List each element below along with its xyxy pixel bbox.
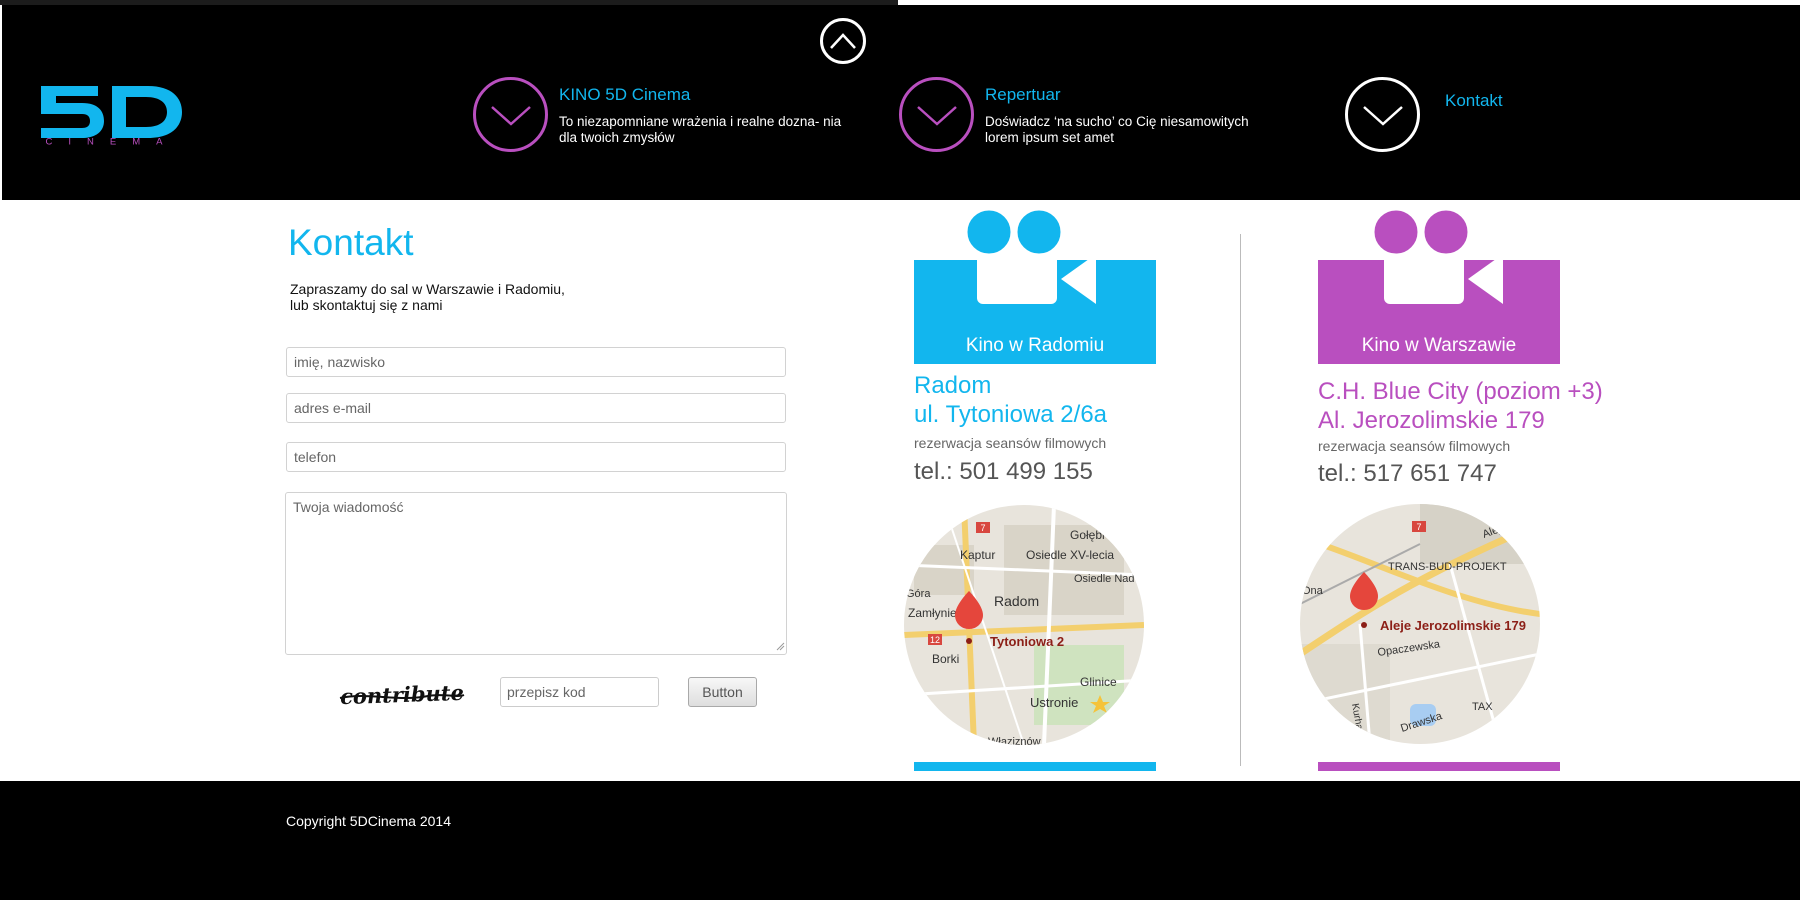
map-label: Radom: [994, 593, 1039, 609]
chevron-up-icon: [830, 33, 856, 49]
map-label: Borki: [932, 652, 959, 666]
submit-button[interactable]: Button: [688, 677, 757, 707]
nav-title[interactable]: Kontakt: [1445, 91, 1503, 111]
video-camera-icon: [964, 210, 1096, 304]
pin-label: Tytoniowa 2: [990, 634, 1064, 649]
nav-title[interactable]: KINO 5D Cinema: [559, 85, 690, 105]
road-number: 7: [980, 523, 985, 533]
accent-bar: [914, 762, 1156, 771]
phone-number: tel.: 517 651 747: [1318, 460, 1497, 487]
copyright-text: Copyright 5DCinema 2014: [286, 813, 451, 829]
column-divider: [1240, 234, 1241, 766]
nav-circle[interactable]: [473, 77, 548, 152]
page-title: Kontakt: [288, 222, 414, 263]
accent-bar: [1318, 762, 1560, 771]
map-image: 7 Aleje J TRANS-BUD-PROJEKT Ona Opaczews…: [1300, 504, 1540, 744]
cinema-address: Radom ul. Tytoniowa 2/6a: [914, 371, 1107, 429]
chevron-down-icon: [916, 105, 957, 126]
map-label: Zamłynie: [908, 606, 957, 620]
map-warszawa[interactable]: 7 Aleje J TRANS-BUD-PROJEKT Ona Opaczews…: [1300, 504, 1540, 744]
map-label: Właziznów: [988, 736, 1041, 745]
pin-label: Aleje Jerozolimskie 179: [1380, 618, 1526, 633]
nav-circle[interactable]: [899, 77, 974, 152]
map-label: Osiedle Nad: [1074, 573, 1135, 585]
phone-field[interactable]: [286, 442, 786, 472]
address-line: ul. Tytoniowa 2/6a: [914, 401, 1108, 428]
address-line: C.H. Blue City (poziom +3): [1318, 378, 1603, 405]
map-image: 7 12 Gołębi Kaptur Osiedle XV-lecia Osie…: [904, 505, 1144, 745]
chevron-down-icon: [490, 105, 531, 126]
scroll-up-button[interactable]: [820, 18, 866, 64]
logo-subtext: CINEMA: [46, 137, 179, 147]
resize-grip-icon[interactable]: [776, 642, 785, 651]
road-number: 12: [930, 635, 940, 645]
scroll-progress-fill: [0, 0, 898, 5]
banner-label: Kino w Warszawie: [1361, 335, 1517, 356]
map-label: Osiedle XV-lecia: [1026, 548, 1114, 562]
map-label: Góra: [906, 588, 931, 600]
nav-description: To niezapomniane wrażenia i realne dozna…: [559, 114, 842, 145]
banner-label: Kino w Radomiu: [965, 335, 1105, 356]
nav-description: Doświadcz ‘na sucho’ co Cię niesamowityc…: [985, 114, 1249, 145]
name-field[interactable]: [286, 347, 786, 377]
intro-line: lub skontaktuj się z nami: [290, 297, 443, 313]
nav-title[interactable]: Repertuar: [985, 85, 1061, 105]
reservation-label: rezerwacja seansów filmowych: [914, 435, 1107, 451]
map-label: Glinice: [1080, 675, 1117, 689]
road-number: 7: [1416, 522, 1421, 532]
cinema-address: C.H. Blue City (poziom +3) Al. Jerozolim…: [1318, 377, 1603, 435]
map-label: Kaptur: [960, 548, 995, 562]
address-line: Radom: [914, 372, 992, 399]
email-field[interactable]: [286, 393, 786, 423]
map-label: Ustronie: [1030, 695, 1078, 710]
map-label: TAX: [1472, 701, 1493, 713]
address-line: Al. Jerozolimskie 179: [1318, 407, 1545, 434]
reservation-label: rezerwacja seansów filmowych: [1318, 438, 1511, 454]
nav-circle[interactable]: [1345, 77, 1420, 152]
footer: Copyright 5DCinema 2014: [0, 781, 1800, 900]
map-label: Gołębi: [1070, 528, 1105, 542]
captcha-code-input[interactable]: [500, 677, 659, 707]
message-field[interactable]: [285, 492, 787, 655]
intro-line: Zapraszamy do sal w Warszawie i Radomiu,: [290, 281, 565, 297]
header-frame-line: [0, 5, 2, 200]
intro-text: Zapraszamy do sal w Warszawie i Radomiu,…: [290, 281, 610, 313]
map-radom[interactable]: 7 12 Gołębi Kaptur Osiedle XV-lecia Osie…: [904, 505, 1144, 745]
chevron-down-icon: [1362, 105, 1403, 126]
map-label: Ona: [1302, 585, 1324, 597]
5d-cinema-logo[interactable]: CINEMA: [38, 84, 186, 146]
video-camera-icon: [1371, 210, 1503, 304]
header: CINEMA KINO 5D Cinema To niezapomniane w…: [0, 0, 1800, 200]
scroll-progress-bar: [0, 0, 1800, 5]
phone-number: tel.: 501 499 155: [914, 458, 1093, 485]
map-label: TRANS-BUD-PROJEKT: [1388, 561, 1507, 573]
captcha-image: contribute: [340, 680, 465, 709]
